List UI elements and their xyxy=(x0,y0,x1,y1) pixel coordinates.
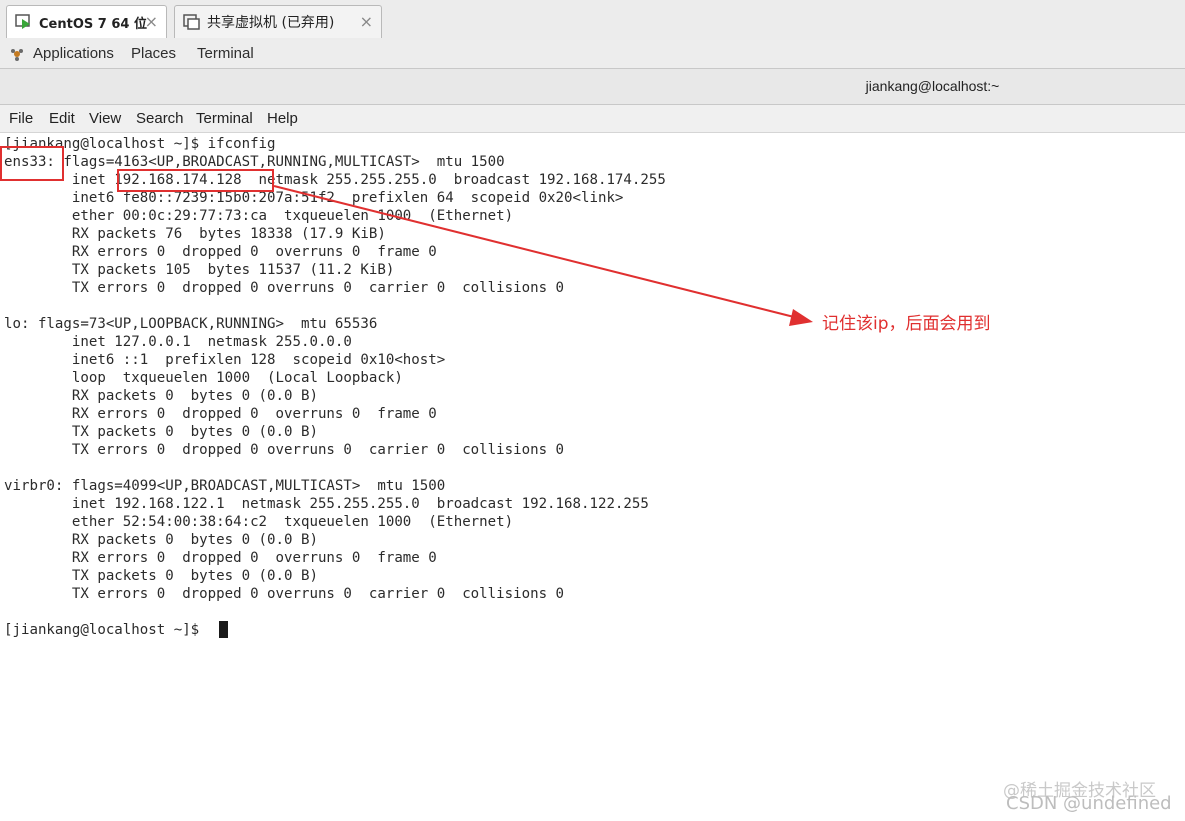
watermark-csdn: CSDN @undefined xyxy=(1006,793,1172,814)
annotation-arrow xyxy=(273,185,813,326)
annotation-text: 记住该ip，后面会用到 xyxy=(822,314,991,334)
